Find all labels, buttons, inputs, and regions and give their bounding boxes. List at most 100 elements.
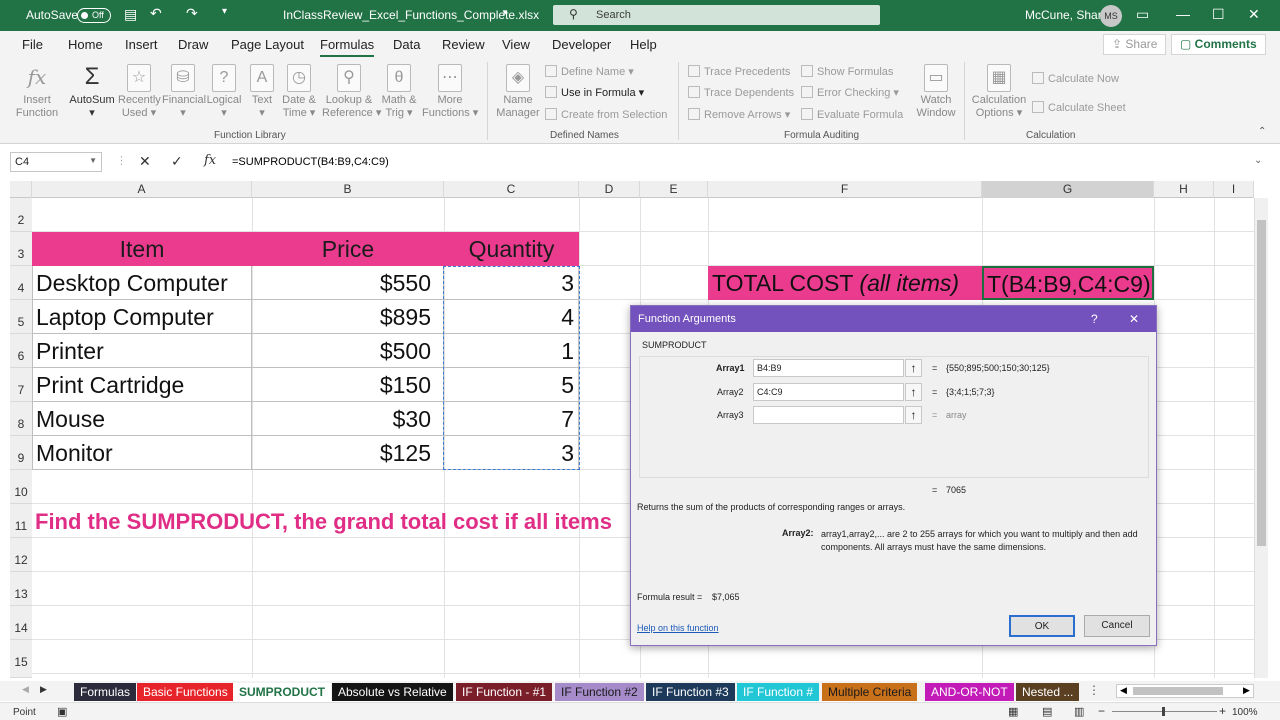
price-cell[interactable]: $150 [252, 368, 444, 402]
logical-button[interactable]: ? Logical ▾ [206, 64, 242, 120]
column-header[interactable]: D [579, 181, 640, 198]
header-cell-item[interactable]: Item [32, 232, 252, 266]
tab-view[interactable]: View [502, 37, 530, 52]
row-header[interactable]: 10 [10, 470, 32, 504]
collapse-dialog-icon[interactable]: ↑ [905, 383, 922, 401]
financial-button[interactable]: ⛁ Financial ▾ [162, 64, 206, 120]
sheet-tab[interactable]: IF Function #2 [555, 683, 644, 701]
row-header[interactable]: 8 [10, 402, 32, 436]
sheet-tab[interactable]: Nested ... [1016, 683, 1080, 701]
scroll-tabs-right-icon[interactable]: ▶ [40, 684, 47, 695]
column-header[interactable]: F [708, 181, 982, 198]
undo-icon[interactable]: ↶ [150, 5, 162, 22]
evaluate-formula-button[interactable]: Evaluate Formula [801, 108, 903, 121]
total-cost-label-cell[interactable]: TOTAL COST (all items) [708, 266, 982, 300]
column-header[interactable]: B [252, 181, 444, 198]
expand-formula-bar-icon[interactable]: ⌄ [1254, 155, 1262, 166]
maximize-icon[interactable]: ☐ [1212, 6, 1225, 23]
tab-home[interactable]: Home [68, 37, 103, 52]
autosum-button[interactable]: Σ AutoSum ▾ [68, 64, 116, 120]
row-header[interactable]: 6 [10, 334, 32, 368]
insert-function-icon[interactable]: fx [204, 153, 216, 168]
dialog-title-bar[interactable]: Function Arguments ? ✕ [631, 306, 1156, 332]
page-layout-view-icon[interactable]: ▤ [1042, 705, 1052, 718]
vertical-scrollbar[interactable] [1254, 198, 1268, 678]
show-formulas-button[interactable]: Show Formulas [801, 65, 893, 78]
vertical-scrollbar-thumb[interactable] [1257, 220, 1266, 546]
row-header[interactable]: 2 [10, 198, 32, 232]
collapse-ribbon-icon[interactable]: ⌃ [1258, 126, 1266, 137]
math-trig-button[interactable]: θ Math & Trig ▾ [380, 64, 418, 120]
array2-input[interactable]: C4:C9 [753, 383, 904, 401]
item-cell[interactable]: Desktop Computer [32, 266, 252, 300]
row-header[interactable]: 13 [10, 572, 32, 606]
total-cost-value-cell[interactable]: T(B4:B9,C4:C9) [982, 266, 1154, 300]
zoom-level[interactable]: 100% [1232, 707, 1258, 718]
title-dropdown-icon[interactable]: ▼ [501, 8, 509, 17]
item-cell[interactable]: Mouse [32, 402, 252, 436]
sheet-tab[interactable]: Multiple Criteria [822, 683, 918, 701]
tab-file[interactable]: File [22, 37, 43, 52]
date-time-button[interactable]: ◷ Date & Time ▾ [280, 64, 318, 120]
calculate-now-button[interactable]: Calculate Now [1032, 72, 1119, 85]
row-header[interactable]: 3 [10, 232, 32, 266]
tab-data[interactable]: Data [393, 37, 420, 52]
horizontal-scrollbar[interactable]: ◀ ▶ [1116, 684, 1254, 698]
price-cell[interactable]: $125 [252, 436, 444, 470]
item-cell[interactable]: Laptop Computer [32, 300, 252, 334]
sheet-tab[interactable]: AND-OR-NOT [925, 683, 1014, 701]
sheet-tab[interactable]: IF Function - #1 [456, 683, 553, 701]
tab-insert[interactable]: Insert [125, 37, 158, 52]
row-header[interactable]: 15 [10, 640, 32, 678]
row-header[interactable]: 7 [10, 368, 32, 402]
save-icon[interactable]: ▤ [124, 6, 137, 23]
sheet-tab[interactable]: IF Function #3 [646, 683, 735, 701]
price-cell[interactable]: $500 [252, 334, 444, 368]
error-checking-button[interactable]: Error Checking ▾ [801, 86, 899, 99]
calculation-options-button[interactable]: ▦ Calculation Options ▾ [970, 64, 1028, 120]
cancel-button[interactable]: Cancel [1084, 615, 1150, 637]
sheet-tab[interactable]: IF Function # [737, 683, 820, 701]
zoom-out-icon[interactable]: − [1098, 704, 1105, 718]
normal-view-icon[interactable]: ▦ [1008, 705, 1018, 718]
tab-review[interactable]: Review [442, 37, 485, 52]
instruction-text[interactable]: Find the SUMPRODUCT, the grand total cos… [35, 504, 635, 538]
sheet-tab-active[interactable]: SUMPRODUCT [233, 683, 331, 701]
more-functions-button[interactable]: ⋯ More Functions ▾ [422, 64, 478, 120]
price-cell[interactable]: $30 [252, 402, 444, 436]
row-header[interactable]: 11 [10, 504, 32, 538]
zoom-slider-thumb[interactable] [1162, 707, 1165, 716]
recently-used-button[interactable]: ☆ Recently Used ▾ [118, 64, 161, 120]
trace-dependents-button[interactable]: Trace Dependents [688, 86, 794, 99]
user-name[interactable]: McCune, Sharla [1025, 8, 1111, 22]
lookup-reference-button[interactable]: ⚲ Lookup & Reference ▾ [322, 64, 381, 120]
header-cell-price[interactable]: Price [252, 232, 444, 266]
tab-help[interactable]: Help [630, 37, 657, 52]
customize-quick-access-icon[interactable]: ▾ [222, 6, 227, 17]
sheet-tab[interactable]: Formulas [74, 683, 137, 701]
horizontal-scrollbar-thumb[interactable] [1133, 687, 1223, 695]
insert-function-button[interactable]: fx Insert Function [14, 64, 60, 120]
column-header[interactable]: H [1154, 181, 1214, 198]
item-cell[interactable]: Printer [32, 334, 252, 368]
price-cell[interactable]: $895 [252, 300, 444, 334]
create-from-selection-button[interactable]: Create from Selection [545, 108, 667, 121]
price-cell[interactable]: $550 [252, 266, 444, 300]
help-on-function-link[interactable]: Help on this function [637, 623, 719, 633]
scroll-tabs-left-icon[interactable]: ◀ [22, 684, 29, 695]
tab-developer[interactable]: Developer [552, 37, 611, 52]
row-header[interactable]: 12 [10, 538, 32, 572]
autosave-toggle[interactable]: Off [77, 8, 111, 23]
tab-draw[interactable]: Draw [178, 37, 208, 52]
column-header[interactable]: C [444, 181, 579, 198]
collapse-dialog-icon[interactable]: ↑ [905, 359, 922, 377]
name-box[interactable]: C4 ▼ [10, 152, 102, 172]
remove-arrows-button[interactable]: Remove Arrows ▾ [688, 108, 790, 121]
column-header[interactable]: G [982, 181, 1154, 198]
name-box-dropdown-icon[interactable]: ▼ [89, 156, 97, 165]
header-cell-quantity[interactable]: Quantity [444, 232, 579, 266]
sheet-tab[interactable]: Basic Functions [137, 683, 234, 701]
watch-window-button[interactable]: ▭ Watch Window [914, 64, 958, 120]
ribbon-display-icon[interactable]: ▭ [1136, 6, 1149, 23]
tab-formulas[interactable]: Formulas [320, 37, 375, 57]
